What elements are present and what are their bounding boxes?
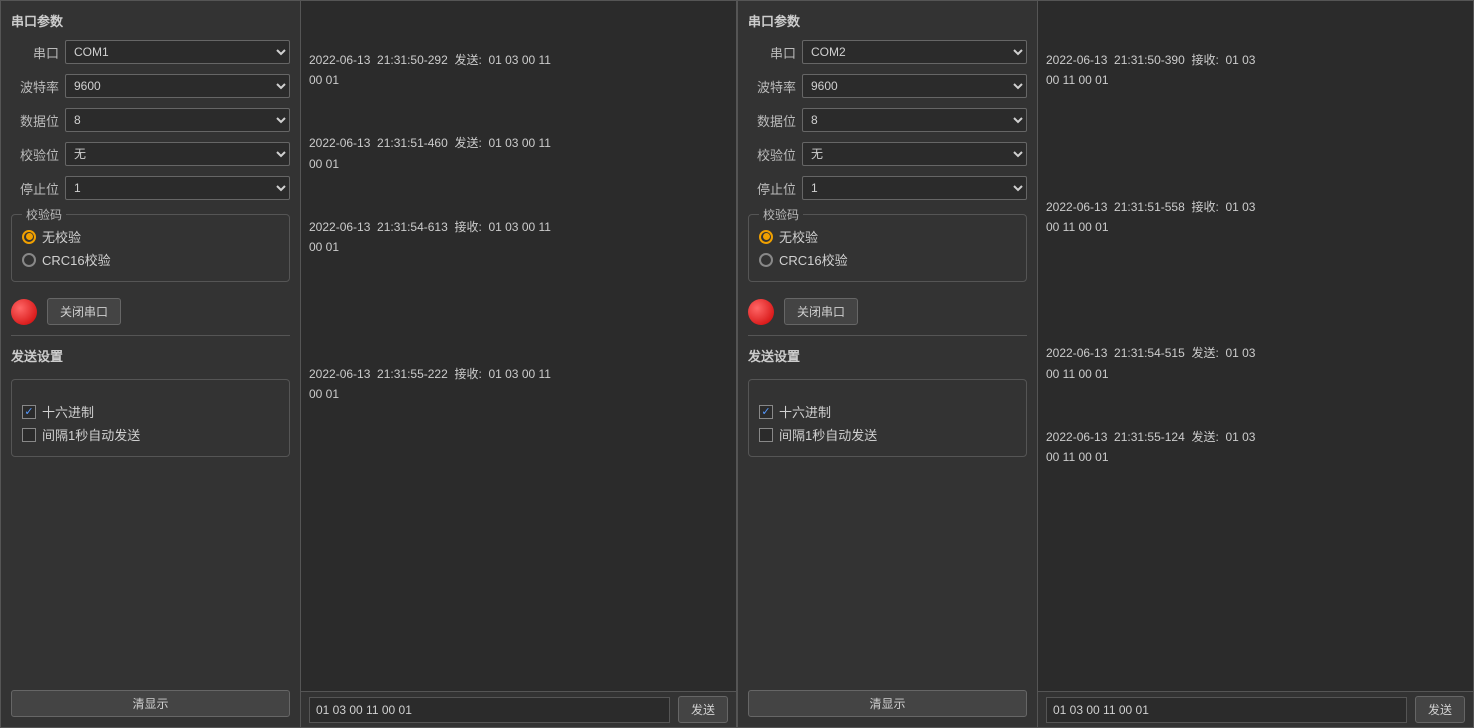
stopbits-label-2: 停止位 <box>748 179 796 198</box>
serial-params-title-2: 串口参数 <box>748 11 1027 30</box>
auto-check-row-2[interactable]: 间隔1秒自动发送 <box>759 425 1016 444</box>
parity-label-1: 校验位 <box>11 145 59 164</box>
log-entry-1-2: 2022-06-13 21:31:54-613 接收: 01 03 00 11 … <box>309 217 728 258</box>
clear-btn-1[interactable]: 清显示 <box>11 690 290 717</box>
clear-btn-2[interactable]: 清显示 <box>748 690 1027 717</box>
parity-label-2: 校验位 <box>748 145 796 164</box>
radio-label-1a: 无校验 <box>42 227 81 246</box>
status-indicator-1[interactable] <box>11 299 37 325</box>
checkcode-group-2: 校验码 无校验 CRC16校验 <box>748 214 1027 282</box>
baud-row-1: 波特率 96001920038400115200 <box>11 74 290 98</box>
checkcode-title-2: 校验码 <box>759 206 803 223</box>
baud-row-2: 波特率 96001920038400115200 <box>748 74 1027 98</box>
radio-dot-2b <box>759 253 773 267</box>
databits-row-2: 数据位 8765 <box>748 108 1027 132</box>
port-label-2: 串口 <box>748 43 796 62</box>
port-label-1: 串口 <box>11 43 59 62</box>
auto-checkbox-1[interactable] <box>22 428 36 442</box>
port-row-2: 串口 COM1COM2COM3COM4 <box>748 40 1027 64</box>
auto-label-1: 间隔1秒自动发送 <box>42 425 140 444</box>
send-input-1[interactable] <box>309 697 670 723</box>
left-col-2: 串口参数 串口 COM1COM2COM3COM4 波特率 96001920038… <box>738 1 1038 727</box>
databits-select-2[interactable]: 8765 <box>802 108 1027 132</box>
stopbits-select-1[interactable]: 12 <box>65 176 290 200</box>
radio-dot-1b <box>22 253 36 267</box>
stopbits-row-1: 停止位 12 <box>11 176 290 200</box>
hex-label-2: 十六进制 <box>779 402 831 421</box>
radio-no-check-1[interactable]: 无校验 <box>22 227 279 246</box>
parity-row-1: 校验位 无奇偶 <box>11 142 290 166</box>
close-port-btn-2[interactable]: 关闭串口 <box>784 298 858 325</box>
port-select-1[interactable]: COM1COM2COM3COM4 <box>65 40 290 64</box>
send-btn-2[interactable]: 发送 <box>1415 696 1465 723</box>
radio-crc-1[interactable]: CRC16校验 <box>22 250 279 269</box>
parity-select-1[interactable]: 无奇偶 <box>65 142 290 166</box>
log-entry-1-4: 2022-06-13 21:31:55-222 接收: 01 03 00 11 … <box>309 364 728 405</box>
radio-no-check-2[interactable]: 无校验 <box>759 227 1016 246</box>
radio-crc-2[interactable]: CRC16校验 <box>759 250 1016 269</box>
baud-label-1: 波特率 <box>11 77 59 96</box>
radio-label-2b: CRC16校验 <box>779 250 848 269</box>
parity-select-2[interactable]: 无奇偶 <box>802 142 1027 166</box>
right-col-1: 2022-06-13 21:31:50-292 发送: 01 03 00 11 … <box>301 1 736 727</box>
stopbits-label-1: 停止位 <box>11 179 59 198</box>
stopbits-row-2: 停止位 12 <box>748 176 1027 200</box>
log-entry-1-1: 2022-06-13 21:31:51-460 发送: 01 03 00 11 … <box>309 133 728 174</box>
send-group-1: ✓ 十六进制 间隔1秒自动发送 <box>11 379 290 457</box>
baud-select-2[interactable]: 96001920038400115200 <box>802 74 1027 98</box>
auto-checkbox-2[interactable] <box>759 428 773 442</box>
panel-1: 串口参数 串口 COM1COM2COM3COM4 波特率 96001920038… <box>0 0 737 728</box>
baud-select-1[interactable]: 96001920038400115200 <box>65 74 290 98</box>
databits-row-1: 数据位 8765 <box>11 108 290 132</box>
hex-checkbox-2[interactable]: ✓ <box>759 405 773 419</box>
send-input-2[interactable] <box>1046 697 1407 723</box>
log-entry-1-0: 2022-06-13 21:31:50-292 发送: 01 03 00 11 … <box>309 50 728 91</box>
radio-label-2a: 无校验 <box>779 227 818 246</box>
port-row-1: 串口 COM1COM2COM3COM4 <box>11 40 290 64</box>
right-col-2: 2022-06-13 21:31:50-390 接收: 01 03 00 11 … <box>1038 1 1473 727</box>
baud-label-2: 波特率 <box>748 77 796 96</box>
send-settings-title-2: 发送设置 <box>748 346 1027 365</box>
log-entry-1-3 <box>309 300 728 320</box>
auto-check-row-1[interactable]: 间隔1秒自动发送 <box>22 425 279 444</box>
radio-label-1b: CRC16校验 <box>42 250 111 269</box>
panel-2: 串口参数 串口 COM1COM2COM3COM4 波特率 96001920038… <box>737 0 1474 728</box>
radio-dot-2a <box>759 230 773 244</box>
radio-dot-1a <box>22 230 36 244</box>
send-bar-1: 发送 <box>301 691 736 727</box>
stopbits-select-2[interactable]: 12 <box>802 176 1027 200</box>
parity-row-2: 校验位 无奇偶 <box>748 142 1027 166</box>
checkcode-group-1: 校验码 无校验 CRC16校验 <box>11 214 290 282</box>
send-btn-1[interactable]: 发送 <box>678 696 728 723</box>
close-port-btn-1[interactable]: 关闭串口 <box>47 298 121 325</box>
log-entry-2-4: 2022-06-13 21:31:54-515 发送: 01 03 00 11 … <box>1046 343 1465 384</box>
databits-label-2: 数据位 <box>748 111 796 130</box>
log-entry-2-0: 2022-06-13 21:31:50-390 接收: 01 03 00 11 … <box>1046 50 1465 91</box>
hex-label-1: 十六进制 <box>42 402 94 421</box>
log-entry-2-2: 2022-06-13 21:31:51-558 接收: 01 03 00 11 … <box>1046 197 1465 238</box>
databits-select-1[interactable]: 8765 <box>65 108 290 132</box>
log-area-2[interactable]: 2022-06-13 21:31:50-390 接收: 01 03 00 11 … <box>1038 1 1473 691</box>
serial-control-2: 关闭串口 <box>748 298 1027 325</box>
serial-params-title-1: 串口参数 <box>11 11 290 30</box>
left-col-1: 串口参数 串口 COM1COM2COM3COM4 波特率 96001920038… <box>1 1 301 727</box>
send-settings-title-1: 发送设置 <box>11 346 290 365</box>
log-entry-2-5: 2022-06-13 21:31:55-124 发送: 01 03 00 11 … <box>1046 427 1465 468</box>
serial-control-1: 关闭串口 <box>11 298 290 325</box>
log-area-1[interactable]: 2022-06-13 21:31:50-292 发送: 01 03 00 11 … <box>301 1 736 691</box>
log-entry-2-3 <box>1046 280 1465 300</box>
hex-check-row-2[interactable]: ✓ 十六进制 <box>759 402 1016 421</box>
databits-label-1: 数据位 <box>11 111 59 130</box>
auto-label-2: 间隔1秒自动发送 <box>779 425 877 444</box>
port-select-2[interactable]: COM1COM2COM3COM4 <box>802 40 1027 64</box>
send-group-2: ✓ 十六进制 间隔1秒自动发送 <box>748 379 1027 457</box>
send-bar-2: 发送 <box>1038 691 1473 727</box>
status-indicator-2[interactable] <box>748 299 774 325</box>
hex-checkbox-1[interactable]: ✓ <box>22 405 36 419</box>
checkcode-title-1: 校验码 <box>22 206 66 223</box>
hex-check-row-1[interactable]: ✓ 十六进制 <box>22 402 279 421</box>
log-entry-2-1 <box>1046 133 1465 153</box>
